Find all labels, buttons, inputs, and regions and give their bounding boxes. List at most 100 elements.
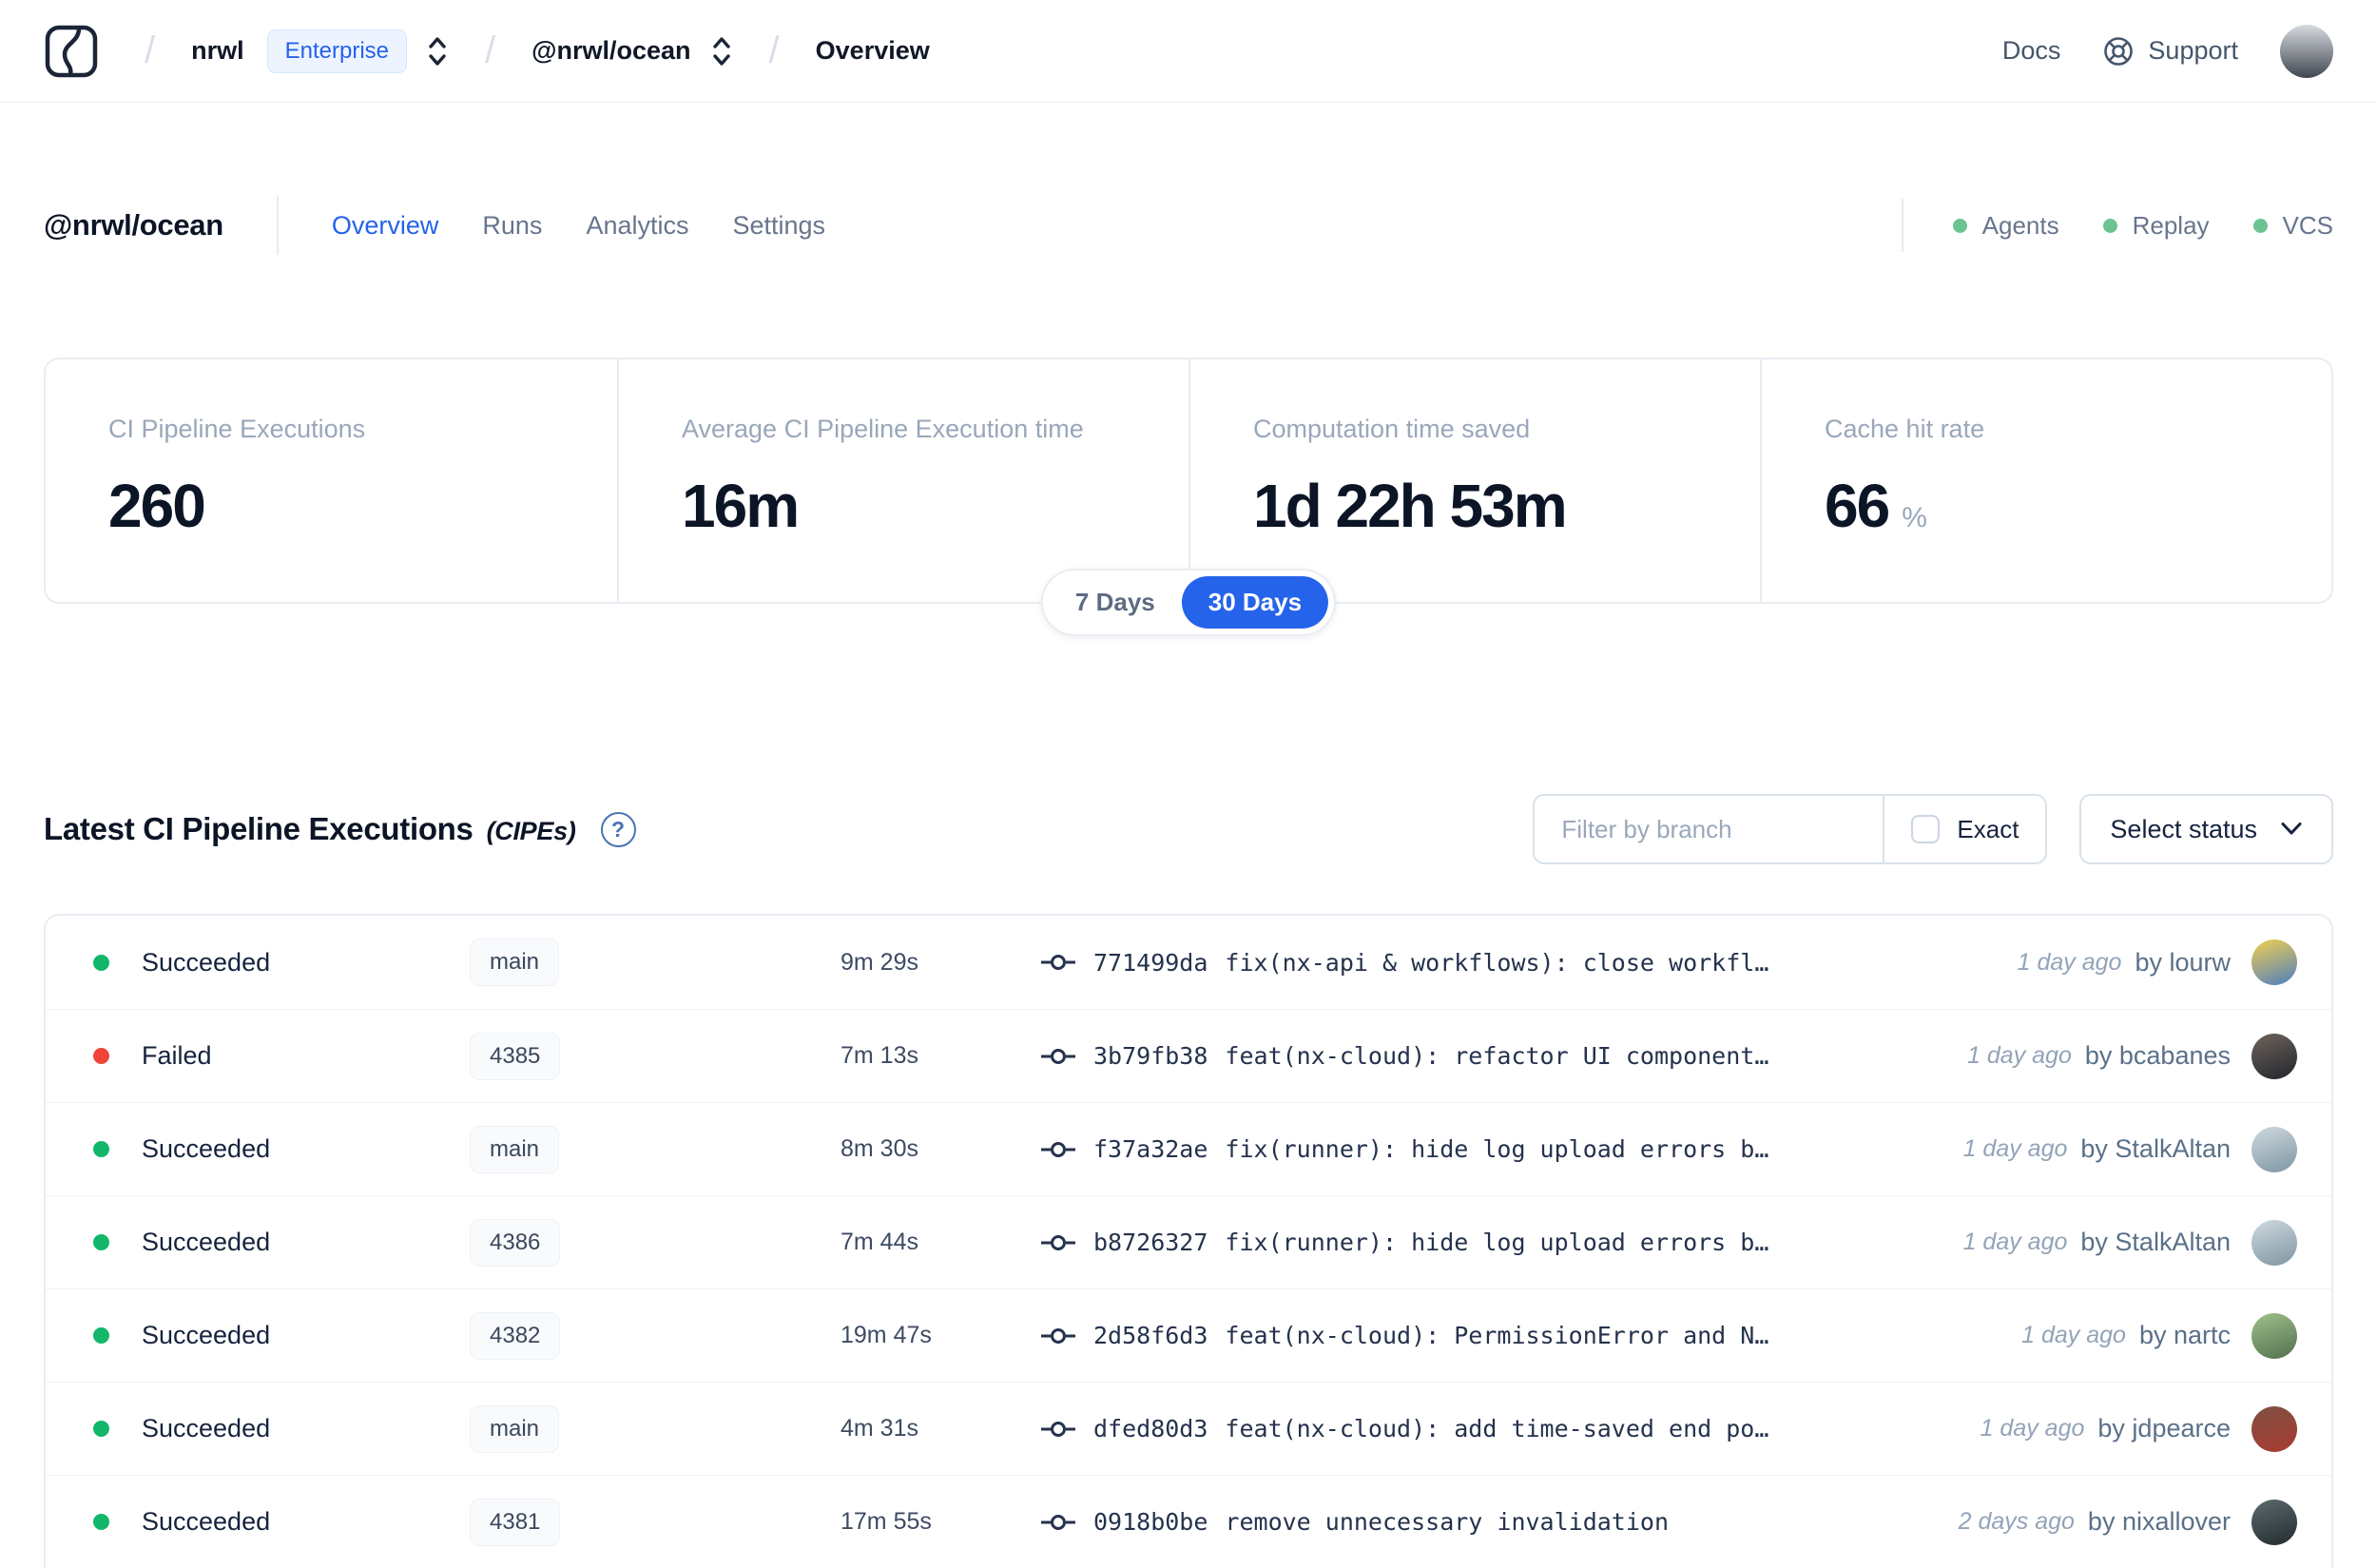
- status-dot: [93, 954, 109, 971]
- table-row[interactable]: Succeeded 4386 7m 44s b8726327 fix(runne…: [46, 1195, 2331, 1288]
- stat-value: 1d 22h 53m: [1253, 471, 1697, 541]
- author: by jdpearce: [2097, 1414, 2231, 1442]
- section-title-text: Latest CI Pipeline Executions: [44, 811, 473, 846]
- commit-link[interactable]: 3b79fb38 feat(nx-cloud): refactor UI com…: [1040, 1042, 1939, 1070]
- range-option-7-days[interactable]: 7 Days: [1049, 576, 1182, 629]
- duration: 4m 31s: [841, 1415, 918, 1442]
- breadcrumb-page: Overview: [815, 36, 930, 65]
- stat-value: 16m: [682, 471, 1126, 541]
- branch-badge[interactable]: 4381: [470, 1498, 561, 1546]
- table-row[interactable]: Failed 4385 7m 13s 3b79fb38 feat(nx-clou…: [46, 1009, 2331, 1102]
- branch-filter-input[interactable]: [1535, 796, 1884, 862]
- avatar: [2251, 1033, 2297, 1079]
- status-label: Succeeded: [142, 1321, 271, 1349]
- breadcrumb-org[interactable]: nrwl: [191, 36, 244, 66]
- stat-value: 260: [108, 471, 554, 541]
- stat-card: Computation time saved 1d 22h 53m: [1188, 359, 1760, 602]
- status-dot: [93, 1421, 109, 1437]
- commit-link[interactable]: f37a32ae fix(runner): hide log upload er…: [1040, 1135, 1935, 1163]
- commit-link[interactable]: 0918b0be remove unnecessary invalidation: [1040, 1508, 1930, 1536]
- avatar: [2251, 1499, 2297, 1545]
- tab-runs[interactable]: Runs: [482, 211, 542, 241]
- stat-value-number: 66: [1825, 472, 1890, 540]
- table-row[interactable]: Succeeded 4382 19m 47s 2d58f6d3 feat(nx-…: [46, 1288, 2331, 1382]
- status-label: Failed: [142, 1041, 212, 1070]
- chevron-up-down-icon: [712, 36, 730, 66]
- author: by nixallover: [2087, 1507, 2231, 1536]
- status-label: Succeeded: [142, 1414, 271, 1442]
- status-dot: [93, 1234, 109, 1250]
- tab-overview[interactable]: Overview: [332, 211, 439, 241]
- branch-badge[interactable]: 4382: [470, 1311, 561, 1360]
- section-title: Latest CI Pipeline Executions (CIPEs): [44, 811, 576, 847]
- git-commit-icon: [1041, 1327, 1075, 1344]
- stat-value-number: 1d 22h 53m: [1253, 472, 1568, 540]
- status-dot: [93, 1048, 109, 1064]
- commit-message: remove unnecessary invalidation: [1225, 1508, 1670, 1536]
- time-ago: 2 days ago: [1958, 1508, 2075, 1535]
- branch-badge[interactable]: 4385: [470, 1032, 561, 1080]
- commit-hash: 2d58f6d3: [1093, 1322, 1208, 1349]
- status-dot-icon: [1952, 218, 1967, 233]
- status-dot-icon: [2102, 218, 2117, 233]
- select-status-dropdown[interactable]: Select status: [2079, 794, 2333, 864]
- status-label: Succeeded: [142, 947, 271, 977]
- service-label: Replay: [2132, 210, 2210, 240]
- support-link[interactable]: Support: [2102, 35, 2238, 68]
- life-ring-icon: [2104, 36, 2134, 66]
- enterprise-badge: Enterprise: [266, 29, 408, 73]
- table-row[interactable]: Succeeded main 4m 31s dfed80d3 feat(nx-c…: [46, 1382, 2331, 1475]
- workspace-switcher[interactable]: [710, 35, 733, 68]
- stat-card: Cache hit rate 66 %: [1760, 359, 2331, 602]
- branch-badge[interactable]: main: [470, 1404, 560, 1453]
- stat-card: CI Pipeline Executions 260: [46, 359, 617, 602]
- org-switcher[interactable]: [426, 35, 449, 68]
- tab-analytics[interactable]: Analytics: [586, 211, 688, 241]
- branch-badge[interactable]: main: [470, 939, 560, 986]
- avatar: [2251, 1126, 2297, 1172]
- status-dot: [93, 1514, 109, 1530]
- avatar: [2251, 1312, 2297, 1359]
- avatar: [2251, 939, 2297, 985]
- commit-message: feat(nx-cloud): refactor UI component…: [1225, 1042, 1769, 1070]
- app-logo[interactable]: [44, 24, 99, 79]
- time-ago: 1 day ago: [1962, 1229, 2068, 1255]
- time-ago: 1 day ago: [1980, 1415, 2085, 1442]
- tab-settings[interactable]: Settings: [732, 211, 825, 241]
- status-dot: [93, 1141, 109, 1157]
- divider: [1901, 199, 1904, 252]
- avatar: [2251, 1405, 2297, 1452]
- user-avatar[interactable]: [2280, 24, 2333, 78]
- table-row[interactable]: Succeeded 4381 17m 55s 0918b0be remove u…: [46, 1475, 2331, 1568]
- commit-link[interactable]: dfed80d3 feat(nx-cloud): add time-saved …: [1040, 1415, 1952, 1442]
- breadcrumb-workspace[interactable]: @nrwl/ocean: [531, 36, 690, 66]
- range-option-30-days[interactable]: 30 Days: [1181, 576, 1329, 629]
- duration: 7m 13s: [841, 1042, 918, 1069]
- commit-link[interactable]: 2d58f6d3 feat(nx-cloud): PermissionError…: [1040, 1322, 1993, 1349]
- breadcrumb-separator: [769, 29, 780, 72]
- commit-link[interactable]: 771499da fix(nx-api & workflows): close …: [1040, 949, 1989, 977]
- chevron-down-icon: [2281, 823, 2302, 835]
- table-row[interactable]: Succeeded main 8m 30s f37a32ae fix(runne…: [46, 1102, 2331, 1195]
- breadcrumb-separator: [145, 29, 155, 72]
- branch-badge[interactable]: main: [470, 1125, 560, 1173]
- table-row[interactable]: Succeeded main 9m 29s 771499da fix(nx-ap…: [46, 916, 2331, 1009]
- stats-cards: CI Pipeline Executions 260 Average CI Pi…: [44, 358, 2333, 604]
- page-title: @nrwl/ocean: [44, 208, 223, 242]
- support-label: Support: [2148, 36, 2238, 65]
- git-commit-icon: [1041, 1048, 1075, 1064]
- time-ago: 1 day ago: [1967, 1042, 2072, 1069]
- exact-checkbox[interactable]: [1911, 815, 1941, 843]
- workspace-header: @nrwl/ocean Overview Runs Analytics Setting…: [0, 196, 2377, 255]
- workspace-tabs: Overview Runs Analytics Settings: [332, 211, 825, 241]
- avatar: [2251, 1219, 2297, 1266]
- help-icon[interactable]: [600, 811, 636, 847]
- author: by lourw: [2135, 947, 2231, 977]
- service-status-replay: Replay: [2102, 210, 2210, 241]
- author: by bcabanes: [2084, 1041, 2231, 1070]
- section-title-suffix: (CIPEs): [486, 817, 576, 845]
- branch-badge[interactable]: 4386: [470, 1218, 561, 1267]
- duration: 9m 29s: [841, 948, 918, 976]
- commit-link[interactable]: b8726327 fix(runner): hide log upload er…: [1040, 1229, 1935, 1256]
- docs-link[interactable]: Docs: [2002, 36, 2061, 66]
